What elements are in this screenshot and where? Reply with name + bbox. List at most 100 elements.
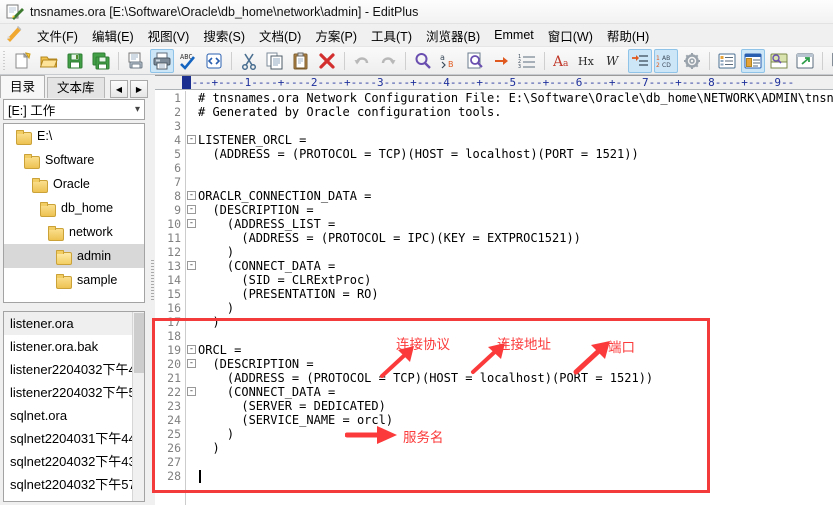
context-help-icon[interactable]: ? [828, 49, 833, 73]
line-number: 7 [174, 175, 181, 189]
toggle-output-window-icon[interactable] [767, 49, 791, 73]
fold-toggle[interactable]: - [187, 359, 196, 368]
indent-icon[interactable] [628, 48, 652, 73]
cut-icon[interactable] [237, 49, 261, 73]
code-folding-column[interactable]: - - - - - - - - [186, 91, 198, 505]
code-editor[interactable]: ----+----1----+----2----+----3----+----4… [155, 75, 833, 505]
full-screen-icon[interactable] [793, 49, 817, 73]
menu-item-emmet[interactable]: Emmet [487, 26, 541, 44]
menu-item-document[interactable]: 文档(D) [252, 24, 308, 47]
tree-item-sample[interactable]: sample [4, 268, 144, 292]
editplus-document-icon [6, 4, 24, 20]
list-item[interactable]: listener2204032下午570 [4, 381, 144, 404]
code-line: (SERVER = DEDICATED) [198, 399, 386, 413]
tree-item-network[interactable]: network [4, 220, 144, 244]
fold-toggle[interactable]: - [187, 387, 196, 396]
save-all-icon[interactable] [89, 49, 113, 73]
toolbar-grip[interactable] [2, 50, 8, 71]
menu-item-edit[interactable]: 编辑(E) [85, 24, 141, 47]
menu-bar: 文件(F) 编辑(E) 视图(V) 搜索(S) 文档(D) 方案(P) 工具(T… [0, 24, 833, 47]
menu-item-search[interactable]: 搜索(S) [196, 24, 252, 47]
menu-item-browser[interactable]: 浏览器(B) [419, 24, 487, 47]
print-icon[interactable] [150, 48, 174, 73]
numbered-list-icon[interactable]: 1 2 3 [515, 49, 539, 73]
menu-item-file[interactable]: 文件(F) [30, 24, 85, 47]
code-line: (SID = CLRExtProc) [198, 273, 372, 287]
list-item[interactable]: sqlnet2204032下午4332 [4, 450, 144, 473]
open-file-icon[interactable] [37, 49, 61, 73]
list-item[interactable]: sqlnet2204031下午4432 [4, 427, 144, 450]
file-list[interactable]: listener.ora listener.ora.bak listener22… [3, 311, 145, 502]
fold-toggle[interactable]: - [187, 191, 196, 200]
menu-item-project[interactable]: 方案(P) [308, 24, 364, 47]
code-line: # Generated by Oracle configuration tool… [198, 105, 502, 119]
line-number: 2 [174, 105, 181, 119]
new-file-icon[interactable] [11, 49, 35, 73]
file-list-scroll-thumb[interactable] [134, 313, 144, 373]
menu-item-help[interactable]: 帮助(H) [600, 24, 656, 47]
line-number: 21 [167, 371, 181, 385]
tab-directory[interactable]: 目录 [0, 75, 46, 98]
tree-item-oracle[interactable]: Oracle [4, 172, 144, 196]
chevron-left-icon[interactable]: ◀ [110, 80, 128, 98]
replace-icon[interactable]: a B [437, 49, 461, 73]
tree-item-software[interactable]: Software [4, 148, 144, 172]
toggle-directory-window-icon[interactable] [741, 48, 765, 73]
change-case-icon[interactable]: A a [550, 49, 574, 73]
fold-toggle[interactable]: - [187, 261, 196, 270]
word-wrap-icon[interactable]: W [602, 49, 626, 73]
list-item[interactable]: listener2204032下午433 [4, 358, 144, 381]
list-item[interactable]: sqlnet.ora [4, 404, 144, 427]
folder-icon [48, 225, 64, 241]
line-number: 20 [167, 357, 181, 371]
paste-icon[interactable] [289, 49, 313, 73]
fold-toggle[interactable]: - [187, 345, 196, 354]
preferences-icon[interactable] [680, 49, 704, 73]
line-number: 24 [167, 413, 181, 427]
hex-viewer-icon[interactable]: Hx [576, 49, 600, 73]
folder-tree[interactable]: E:\ Software Oracle db_home network admi… [3, 123, 145, 303]
goto-icon[interactable] [489, 49, 513, 73]
print-preview-icon[interactable] [124, 49, 148, 73]
menu-item-view[interactable]: 视图(V) [141, 24, 197, 47]
list-item[interactable]: listener.ora.bak [4, 335, 144, 358]
copy-icon[interactable] [263, 49, 287, 73]
delete-icon[interactable] [315, 49, 339, 73]
fold-toggle[interactable]: - [187, 135, 196, 144]
code-text-area[interactable]: # tnsnames.ora Network Configuration Fil… [198, 91, 833, 505]
toolbar-separator [118, 51, 119, 70]
splitter-grip[interactable] [151, 260, 154, 300]
list-item[interactable]: listener.ora [4, 312, 144, 335]
chevron-down-icon[interactable]: ▾ [135, 104, 140, 115]
fold-toggle[interactable]: - [187, 219, 196, 228]
tab-cliptext[interactable]: 文本库 [47, 77, 105, 98]
find-icon[interactable] [411, 49, 435, 73]
view-source-icon[interactable] [202, 49, 226, 73]
document-selector-icon[interactable] [715, 49, 739, 73]
list-item[interactable]: tsnames.ora [4, 496, 144, 501]
tree-item-admin[interactable]: admin [4, 244, 144, 268]
find-in-files-icon[interactable] [463, 49, 487, 73]
toolbar-separator [544, 51, 545, 70]
undo-icon[interactable] [350, 49, 374, 73]
panel-tabs: 目录 文本库 ◀ ▶ [0, 75, 150, 98]
code-line: ) [198, 245, 235, 259]
tree-item-e-drive[interactable]: E:\ [4, 124, 144, 148]
code-line: ) [198, 427, 235, 441]
tree-item-db-home[interactable]: db_home [4, 196, 144, 220]
fold-toggle[interactable]: - [187, 205, 196, 214]
list-item[interactable]: sqlnet2204032下午5703 [4, 473, 144, 496]
file-list-scrollbar[interactable] [132, 312, 144, 501]
line-number: 3 [174, 119, 181, 133]
line-number: 27 [167, 455, 181, 469]
chevron-right-icon[interactable]: ▶ [130, 80, 148, 98]
line-number: 16 [167, 301, 181, 315]
drive-selector[interactable]: [E:] 工作 ▾ [3, 99, 145, 120]
redo-icon[interactable] [376, 49, 400, 73]
menu-item-window[interactable]: 窗口(W) [541, 24, 600, 47]
spell-check-icon[interactable]: ABC [176, 49, 200, 73]
code-line: ) [198, 315, 220, 329]
menu-item-tools[interactable]: 工具(T) [364, 24, 419, 47]
sort-icon[interactable]: 1 2 AB CD [654, 48, 678, 73]
save-icon[interactable] [63, 49, 87, 73]
